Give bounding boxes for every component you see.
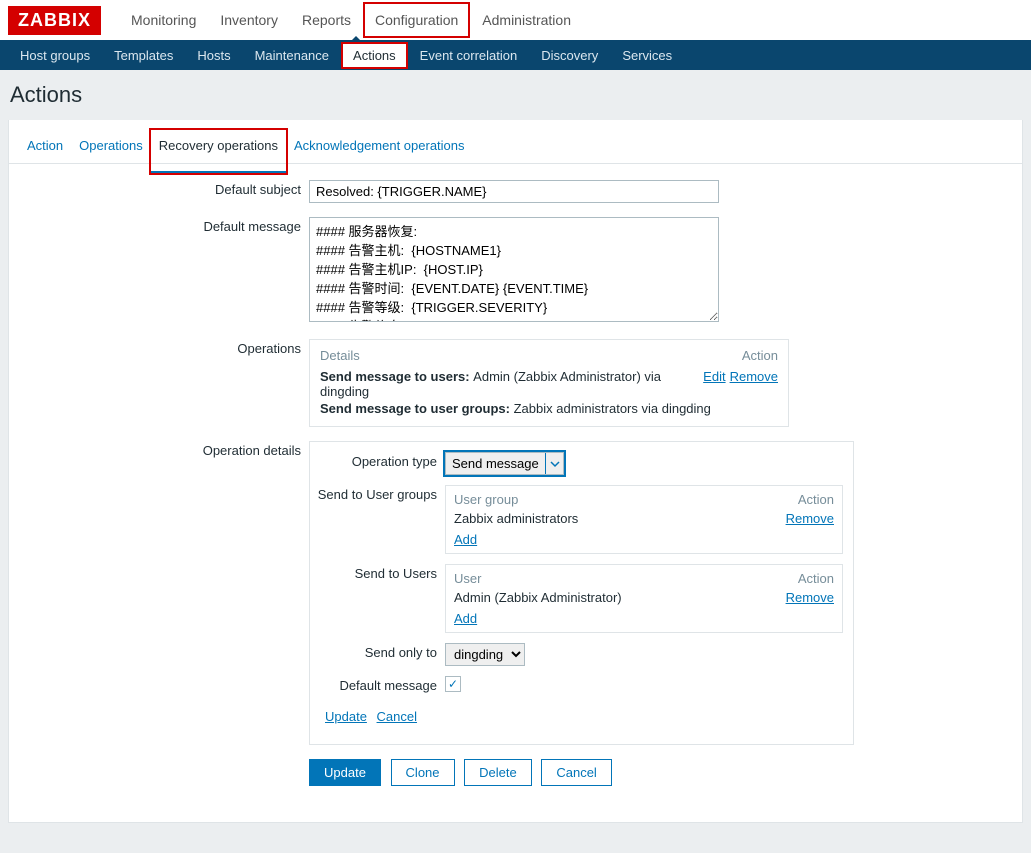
tab-action[interactable]: Action (19, 130, 71, 163)
ug-action-header: Action (798, 492, 834, 507)
operation-details-box: Operation type Send message Send to User… (309, 441, 854, 745)
ug-add-link[interactable]: Add (454, 532, 477, 547)
default-message-checkbox[interactable]: ✓ (445, 676, 461, 692)
operation-type-label: Operation type (310, 452, 445, 475)
submenu-discovery[interactable]: Discovery (529, 42, 610, 69)
delete-button[interactable]: Delete (464, 759, 532, 786)
update-button[interactable]: Update (309, 759, 381, 786)
ug-header: User group (454, 492, 518, 507)
topmenu-reports[interactable]: Reports (290, 2, 363, 38)
default-message-chk-label: Default message (310, 676, 445, 693)
submenu-maintenance[interactable]: Maintenance (243, 42, 341, 69)
tab-ack-operations[interactable]: Acknowledgement operations (286, 130, 473, 163)
op-update-link[interactable]: Update (325, 709, 367, 724)
send-to-ug-label: Send to User groups (310, 485, 445, 554)
op-text-2: Send message to user groups: Zabbix admi… (320, 401, 711, 416)
send-only-to-select[interactable]: dingding (445, 643, 525, 666)
op-edit-link[interactable]: Edit (703, 369, 725, 384)
top-bar: ZABBIX Monitoring Inventory Reports Conf… (0, 0, 1031, 40)
page-title: Actions (10, 82, 1021, 108)
caret-icon (352, 36, 360, 40)
op-cancel-link[interactable]: Cancel (377, 709, 417, 724)
ug-value: Zabbix administrators (454, 511, 578, 526)
sub-bar: Host groups Templates Hosts Maintenance … (0, 40, 1031, 70)
submenu-hostgroups[interactable]: Host groups (8, 42, 102, 69)
default-subject-label: Default subject (9, 180, 309, 203)
tab-operations[interactable]: Operations (71, 130, 151, 163)
u-header: User (454, 571, 481, 586)
submenu-services[interactable]: Services (610, 42, 684, 69)
clone-button[interactable]: Clone (391, 759, 455, 786)
submenu-templates[interactable]: Templates (102, 42, 185, 69)
tab-recovery-operations[interactable]: Recovery operations (151, 130, 286, 173)
u-remove-link[interactable]: Remove (786, 590, 834, 605)
form: Default subject Default message #### 服务器… (9, 164, 1022, 802)
submenu-eventcorrelation[interactable]: Event correlation (408, 42, 530, 69)
operation-type-select[interactable]: Send message (445, 452, 564, 475)
op-remove-link[interactable]: Remove (730, 369, 778, 384)
send-only-to-label: Send only to (310, 643, 445, 666)
default-message-textarea[interactable]: #### 服务器恢复: #### 告警主机: {HOSTNAME1} #### … (309, 217, 719, 322)
operation-details-label: Operation details (9, 441, 309, 745)
operations-list: Details Action Send message to users: Ad… (309, 339, 789, 427)
top-menu: Monitoring Inventory Reports Configurati… (119, 2, 583, 38)
users-table: User Action Admin (Zabbix Administrator) R… (445, 564, 843, 633)
submenu-hosts[interactable]: Hosts (185, 42, 242, 69)
operations-label: Operations (9, 339, 309, 427)
topmenu-administration[interactable]: Administration (470, 2, 583, 38)
topmenu-configuration[interactable]: Configuration (363, 2, 470, 38)
op-details-header: Details (320, 348, 360, 363)
form-card: Action Operations Recovery operations Ac… (8, 120, 1023, 823)
ug-remove-link[interactable]: Remove (786, 511, 834, 526)
u-value: Admin (Zabbix Administrator) (454, 590, 622, 605)
topmenu-inventory[interactable]: Inventory (208, 2, 290, 38)
cancel-button[interactable]: Cancel (541, 759, 611, 786)
send-to-u-label: Send to Users (310, 564, 445, 633)
page-header: Actions (0, 70, 1031, 120)
u-add-link[interactable]: Add (454, 611, 477, 626)
tabs: Action Operations Recovery operations Ac… (9, 130, 1022, 164)
default-subject-input[interactable] (309, 180, 719, 203)
op-action-header: Action (742, 348, 778, 363)
logo: ZABBIX (8, 6, 101, 35)
form-buttons: Update Clone Delete Cancel (9, 759, 1022, 786)
user-groups-table: User group Action Zabbix administrators Re… (445, 485, 843, 554)
submenu-actions[interactable]: Actions (341, 42, 408, 69)
topmenu-monitoring[interactable]: Monitoring (119, 2, 208, 38)
op-text-1: Send message to users: Admin (Zabbix Adm… (320, 369, 699, 399)
default-message-label: Default message (9, 217, 309, 325)
u-action-header: Action (798, 571, 834, 586)
